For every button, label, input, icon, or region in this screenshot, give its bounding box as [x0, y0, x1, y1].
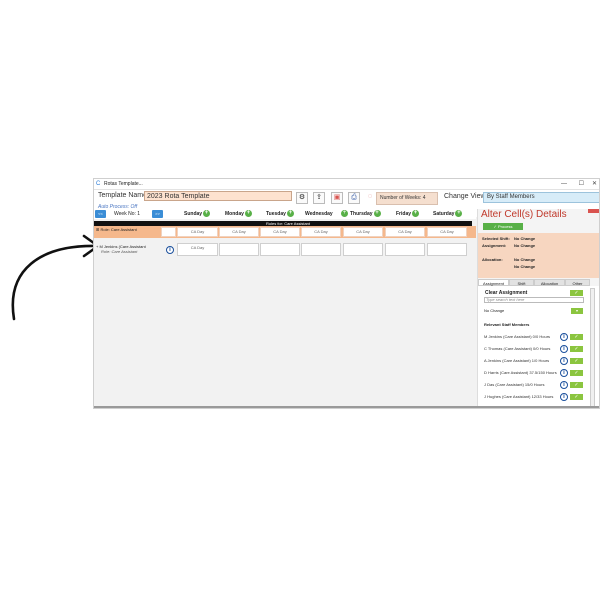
assignment-label: Assignment:	[482, 243, 507, 248]
assign-staff-button[interactable]: ✓	[570, 370, 583, 376]
template-name-input[interactable]: 2023 Rota Template	[144, 191, 292, 201]
add-icon[interactable]: +	[244, 210, 252, 218]
staff-cell[interactable]	[385, 243, 425, 256]
role-cell[interactable]: CA Day	[427, 227, 467, 237]
role-row-label: ⊞ Role: Care Assistant	[96, 227, 137, 232]
day-header: << Week No: 1 >> Sunday + Monday + Tuesday…	[94, 209, 476, 219]
settings-cog-icon[interactable]: ⚙	[296, 192, 308, 204]
assign-staff-button[interactable]: ✓	[570, 346, 583, 352]
add-icon[interactable]: +	[455, 210, 463, 218]
allocation-value: No Change	[514, 257, 536, 262]
day-sunday[interactable]: Sunday +	[184, 210, 211, 218]
alter-cells-panel: Alter Cell(s) Details ✓ Process Selected…	[477, 209, 599, 408]
panel-title: Alter Cell(s) Details	[481, 209, 567, 220]
day-friday[interactable]: Friday +	[396, 210, 420, 218]
staff-row: + M Jenkins (Care Assistant Role: Care A…	[94, 243, 476, 257]
assign-staff-button[interactable]: ✓	[570, 334, 583, 340]
role-cell[interactable]	[161, 227, 176, 237]
rota-grid: << Week No: 1 >> Sunday + Monday + Tuesday…	[94, 209, 476, 408]
change-summary: Selected Shift: No Change Assignment: No…	[478, 233, 599, 278]
staff-item: D Harris (Care Assistant) 37.5/150 Hours	[484, 370, 557, 375]
no-change-dropdown[interactable]: ▾	[571, 308, 583, 314]
selected-shift-label: Selected Shift:	[482, 236, 510, 241]
no-change-option: No Change	[484, 308, 505, 313]
info-icon[interactable]: i	[166, 246, 174, 254]
template-name-label: Template Name:	[98, 192, 149, 199]
panel-tabs: Assignment Shift Allocation Other	[478, 279, 599, 286]
role-row: ⊞ Role: Care Assistant CA Day CA Day CA …	[94, 226, 476, 238]
next-week-button[interactable]: >>	[152, 210, 163, 218]
panel-close-icon[interactable]	[588, 209, 599, 213]
add-icon[interactable]: +	[412, 210, 420, 218]
clear-assignment-label: Clear Assignment	[485, 290, 528, 296]
add-icon[interactable]: +	[286, 210, 294, 218]
add-icon[interactable]: +	[373, 210, 381, 218]
role-cell[interactable]: CA Day	[343, 227, 383, 237]
info-icon[interactable]: i	[560, 345, 568, 353]
prev-week-button[interactable]: <<	[95, 210, 106, 218]
staff-cell[interactable]	[427, 243, 467, 256]
tab-shift[interactable]: Shift	[509, 279, 534, 286]
number-of-weeks[interactable]: Number of Weeks: 4	[376, 192, 438, 205]
title-bar: C Rotas Template... — ☐ ✕	[94, 179, 599, 190]
staff-cell[interactable]	[343, 243, 383, 256]
staff-list-scrollbar[interactable]	[590, 288, 595, 408]
role-cell[interactable]: CA Day	[385, 227, 425, 237]
selected-shift-value: No Change	[514, 236, 536, 241]
bottom-bar	[94, 406, 599, 408]
tab-other[interactable]: Other	[565, 279, 590, 286]
staff-cell[interactable]: CA Day	[177, 243, 218, 256]
staff-search-input[interactable]: Type search text here	[484, 297, 584, 303]
assignment-value: No Change	[514, 243, 536, 248]
process-button[interactable]: ✓ Process	[483, 223, 523, 230]
window-title: Rotas Template...	[104, 181, 143, 187]
info-icon[interactable]: i	[560, 393, 568, 401]
refresh-icon[interactable]: ◌	[364, 192, 376, 204]
week-number: Week No: 1	[114, 211, 141, 217]
relevant-staff-title: Relevant Staff Members	[484, 322, 530, 327]
allocation-label: Allocation:	[482, 257, 503, 262]
tab-allocation[interactable]: Allocation	[534, 279, 565, 286]
day-saturday[interactable]: Saturday +	[433, 210, 463, 218]
add-icon[interactable]: +	[341, 210, 348, 217]
staff-item: J Das (Care Assistant) 15/0 Hours	[484, 382, 545, 387]
day-monday[interactable]: Monday +	[225, 210, 252, 218]
add-icon[interactable]: +	[203, 210, 211, 218]
assignment-tab-content: Clear Assignment ✓ Type search text here…	[478, 286, 599, 408]
print-icon[interactable]: ⎙	[348, 192, 360, 204]
info-icon[interactable]: i	[560, 333, 568, 341]
role-cell[interactable]: CA Day	[177, 227, 218, 237]
change-view-label: Change View:	[444, 193, 488, 200]
close-button[interactable]: ✕	[592, 179, 597, 189]
staff-role: Role: Care Assistant	[101, 249, 138, 254]
minimize-button[interactable]: —	[561, 179, 567, 189]
staff-item: J Hughes (Care Assistant) 12/33 Hours	[484, 394, 554, 399]
info-icon[interactable]: i	[560, 357, 568, 365]
maximize-button[interactable]: ☐	[579, 179, 584, 189]
change-view-select[interactable]: By Staff Members	[483, 192, 599, 203]
staff-item: A Jenkins (Care Assistant) 1/0 Hours	[484, 358, 550, 363]
day-tuesday[interactable]: Tuesday +	[266, 210, 294, 218]
assign-staff-button[interactable]: ✓	[570, 394, 583, 400]
role-cell[interactable]: CA Day	[219, 227, 259, 237]
pdf-icon[interactable]: ▣	[331, 192, 343, 204]
staff-cell[interactable]	[260, 243, 300, 256]
day-thursday[interactable]: Thursday +	[350, 210, 381, 218]
export-icon[interactable]: ⇪	[313, 192, 325, 204]
staff-cell[interactable]	[301, 243, 341, 256]
role-cell[interactable]: CA Day	[301, 227, 341, 237]
info-icon[interactable]: i	[560, 369, 568, 377]
staff-item: M Jenkins (Care Assistant) 0/0 Hours	[484, 334, 551, 339]
info-icon[interactable]: i	[560, 381, 568, 389]
role-cell[interactable]: CA Day	[260, 227, 300, 237]
clear-assignment-button[interactable]: ✓	[570, 290, 583, 296]
app-icon: C	[96, 181, 101, 187]
staff-cell[interactable]	[219, 243, 259, 256]
assign-staff-button[interactable]: ✓	[570, 382, 583, 388]
assign-staff-button[interactable]: ✓	[570, 358, 583, 364]
app-window: C Rotas Template... — ☐ ✕ Template Name:…	[93, 178, 600, 409]
staff-item: C Thomas (Care Assistant) 0/0 Hours	[484, 346, 551, 351]
allocation-value: No Change	[514, 264, 536, 269]
tab-assignment[interactable]: Assignment	[478, 279, 509, 286]
